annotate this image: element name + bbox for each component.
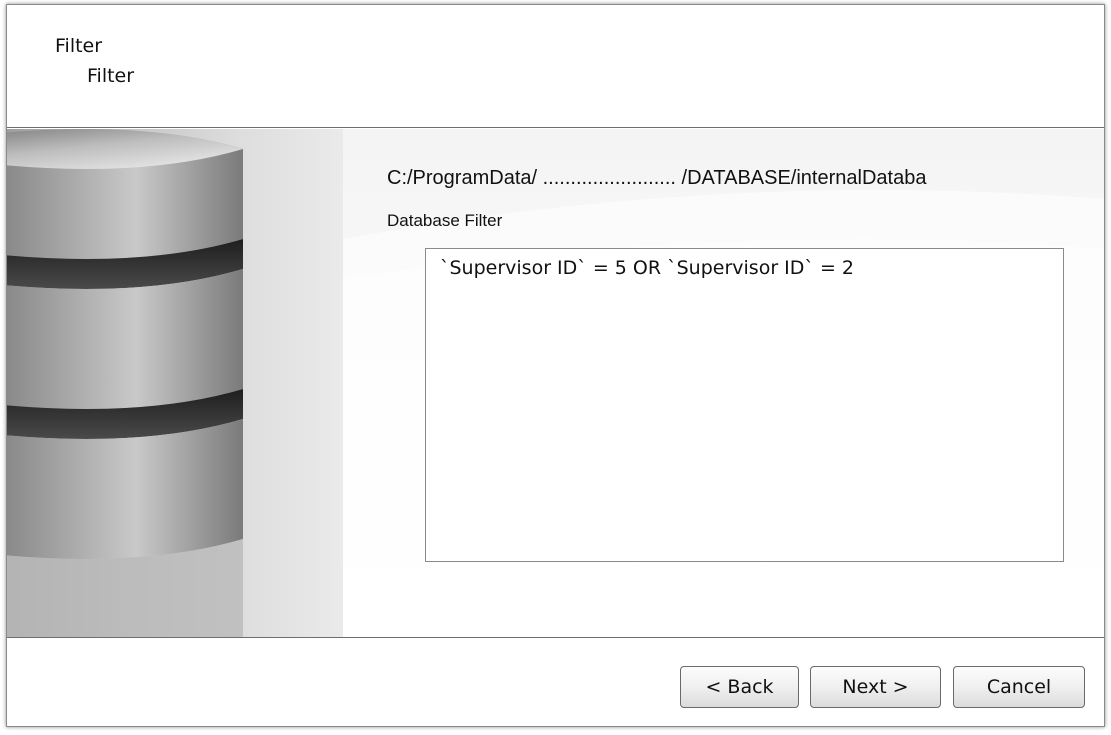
next-button[interactable]: Next > [810, 666, 941, 708]
back-button[interactable]: < Back [680, 666, 799, 708]
page-subtitle: Filter [87, 65, 135, 87]
wizard-content: C:/ProgramData/ ........................… [7, 129, 1104, 637]
wizard-footer: < Back Next > Cancel [7, 637, 1104, 726]
wizard-header: Filter Filter [7, 5, 1104, 128]
page-title: Filter [55, 35, 103, 57]
database-path-label: C:/ProgramData/ ........................… [387, 167, 927, 189]
cancel-button[interactable]: Cancel [953, 666, 1085, 708]
database-filter-input[interactable]: `Supervisor ID` = 5 OR `Supervisor ID` =… [425, 248, 1064, 562]
wizard-window: Filter Filter C:/ProgramData/ ..........… [6, 4, 1105, 727]
database-cylinders-icon [7, 129, 343, 637]
database-filter-label: Database Filter [387, 211, 503, 230]
